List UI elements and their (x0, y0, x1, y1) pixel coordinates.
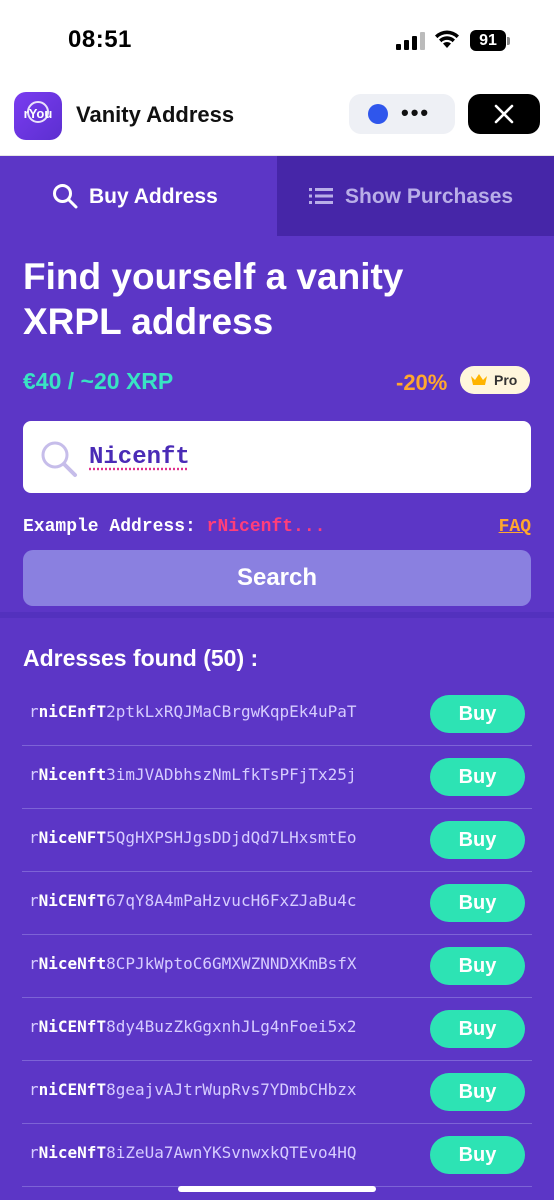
app-title: Vanity Address (76, 102, 235, 127)
address-text: rniCENfT8geajvAJtrWupRvs7YDmbCHbzx (29, 1080, 357, 1099)
battery-cap (507, 37, 510, 45)
example-label: Example Address: (23, 517, 196, 537)
status-time: 08:51 (68, 26, 132, 53)
table-row: rNicenft3imJVADbhszNmLfkTsPFjTx25j Buy (22, 746, 532, 809)
address-text: rNiceNFT5QgHXPSHJgsDDjdQd7LHxsmtEo (29, 828, 357, 847)
address-text: rniCEnfT2ptkLxRQJMaCBrgwKqpEk4uPaT (29, 702, 357, 721)
results-heading: Adresses found (50) : (23, 645, 259, 671)
buy-button[interactable]: Buy (430, 1010, 525, 1048)
search-icon (41, 441, 77, 477)
table-row: rNiceNft8CPJkWptoC6GMXWZNNDXKmBsfX Buy (22, 935, 532, 998)
battery-icon: 91 (470, 30, 506, 51)
tab-label: Buy Address (89, 185, 218, 208)
logo-text: rYou (23, 106, 53, 121)
faq-link[interactable]: FAQ (499, 517, 531, 537)
wifi-icon (435, 30, 459, 48)
status-bar: 08:51 91 (0, 0, 554, 80)
buy-button[interactable]: Buy (430, 1136, 525, 1174)
tab-show-purchases[interactable]: Show Purchases (277, 156, 554, 236)
discount-label: -20% (396, 370, 448, 395)
table-row: rniCEnfT2ptkLxRQJMaCBrgwKqpEk4uPaT Buy (22, 683, 532, 746)
pro-label: Pro (494, 372, 518, 388)
address-text: rNiCENfT8dy4BuzZkGgxnhJLg4nFoei5x2 (29, 1017, 357, 1036)
results-list: rniCEnfT2ptkLxRQJMaCBrgwKqpEk4uPaT Buy r… (22, 683, 532, 1187)
table-row: rNiceNfT8iZeUa7AwnYKSvnwxkQTEvo4HQ Buy (22, 1124, 532, 1187)
home-indicator[interactable] (178, 1186, 376, 1192)
tab-bar: Buy Address Show Purchases (0, 156, 554, 236)
example-address: Example Address: rNicenft... FAQ (23, 517, 531, 541)
buy-button[interactable]: Buy (430, 695, 525, 733)
address-text: rNicenft3imJVADbhszNmLfkTsPFjTx25j (29, 765, 357, 784)
buy-button[interactable]: Buy (430, 1073, 525, 1111)
signal-icon (396, 32, 425, 50)
table-row: rNiceNFT5QgHXPSHJgsDDjdQd7LHxsmtEo Buy (22, 809, 532, 872)
search-button[interactable]: Search (23, 550, 531, 606)
buy-button[interactable]: Buy (430, 947, 525, 985)
close-button[interactable] (468, 94, 540, 134)
buy-button[interactable]: Buy (430, 884, 525, 922)
table-row: rniCENfT8geajvAJtrWupRvs7YDmbCHbzx Buy (22, 1061, 532, 1124)
close-icon (494, 104, 514, 124)
menu-pill[interactable]: ••• (349, 94, 455, 134)
example-value: rNicenft... (206, 517, 326, 537)
app-logo: rYou (14, 92, 62, 140)
address-text: rNiceNfT8iZeUa7AwnYKSvnwxkQTEvo4HQ (29, 1143, 357, 1162)
address-text: rNiceNft8CPJkWptoC6GMXWZNNDXKmBsfX (29, 954, 357, 973)
price-label: €40 / ~20 XRP (23, 368, 174, 394)
more-icon[interactable]: ••• (401, 100, 430, 126)
buy-button[interactable]: Buy (430, 821, 525, 859)
tab-label: Show Purchases (345, 185, 514, 208)
search-input[interactable] (89, 439, 509, 475)
search-icon (53, 184, 78, 209)
crown-icon (471, 374, 487, 385)
buy-button[interactable]: Buy (430, 758, 525, 796)
divider (0, 612, 554, 618)
status-dot-icon[interactable] (368, 104, 388, 124)
address-text: rNiCENfT67qY8A4mPaHzvucH6FxZJaBu4c (29, 891, 357, 910)
table-row: rNiCENfT8dy4BuzZkGgxnhJLg4nFoei5x2 Buy (22, 998, 532, 1061)
search-box[interactable] (23, 421, 531, 493)
tab-buy-address[interactable]: Buy Address (0, 156, 277, 236)
pro-badge[interactable]: Pro (460, 366, 530, 394)
table-row: rNiCENfT67qY8A4mPaHzvucH6FxZJaBu4c Buy (22, 872, 532, 935)
list-icon (309, 188, 333, 204)
app-header: rYou Vanity Address ••• (0, 80, 554, 156)
page-title: Find yourself a vanity XRPL address (23, 256, 404, 342)
